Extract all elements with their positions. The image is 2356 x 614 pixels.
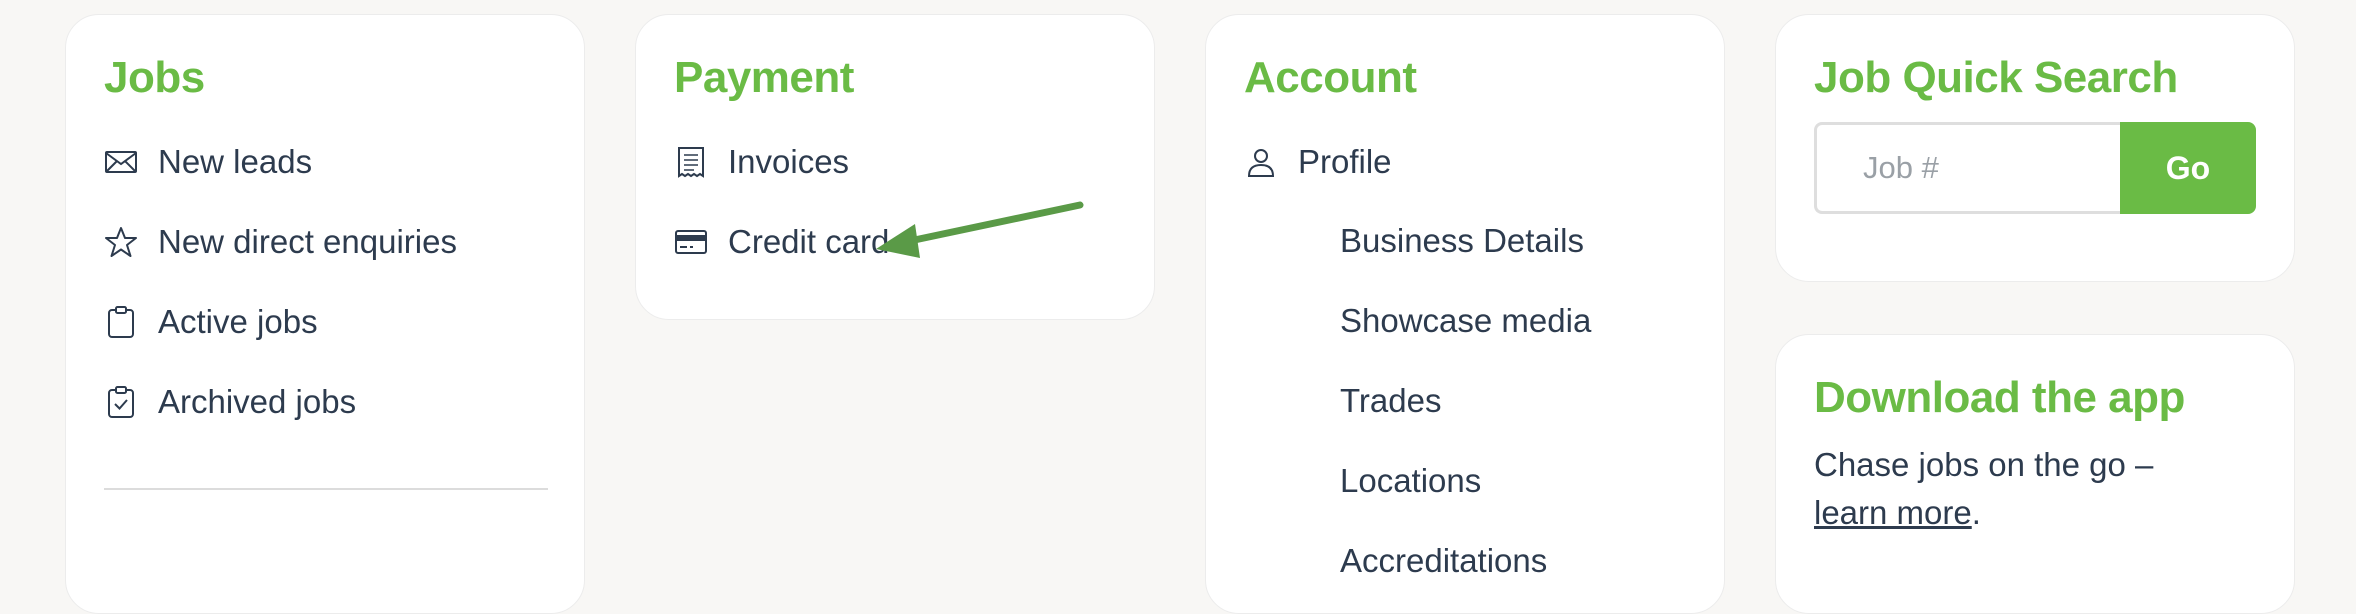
jobs-divider: [104, 488, 548, 490]
account-card: Account Profile Business Details Showcas…: [1205, 14, 1725, 614]
download-app-title: Download the app: [1814, 373, 2185, 422]
payment-title: Payment: [674, 53, 854, 102]
download-app-text-before: Chase jobs on the go –: [1814, 446, 2154, 483]
quick-search-card: Job Quick Search Go: [1775, 14, 2295, 282]
clipboard-icon: [104, 305, 138, 339]
envelope-icon: [104, 145, 138, 179]
download-app-text: Chase jobs on the go – learn more.: [1814, 441, 2234, 537]
account-sub-item-showcase-media[interactable]: Showcase media: [1340, 302, 1591, 340]
payment-card: Payment Invoices Credit card: [635, 14, 1155, 320]
quick-search-title: Job Quick Search: [1814, 53, 2178, 102]
credit-card-icon: [674, 225, 708, 259]
menu-item-credit-card[interactable]: Credit card: [674, 223, 889, 261]
quick-search-form: Go: [1814, 122, 2256, 214]
menu-item-label: Profile: [1298, 143, 1392, 180]
receipt-icon: [674, 145, 708, 179]
user-icon: [1244, 145, 1278, 179]
menu-item-label: Invoices: [728, 143, 850, 180]
account-title: Account: [1244, 53, 1417, 102]
account-sub-item-locations[interactable]: Locations: [1340, 462, 1481, 500]
menu-item-label: New leads: [158, 143, 313, 180]
account-sub-item-trades[interactable]: Trades: [1340, 382, 1441, 420]
job-number-input[interactable]: [1814, 122, 2120, 214]
account-sub-item-accreditations[interactable]: Accreditations: [1340, 542, 1547, 580]
star-icon: [104, 225, 138, 259]
jobs-title: Jobs: [104, 53, 205, 102]
menu-item-new-direct-enquiries[interactable]: New direct enquiries: [104, 223, 457, 261]
menu-item-label: Archived jobs: [158, 383, 357, 420]
download-app-text-after: .: [1971, 494, 1981, 531]
menu-item-new-leads[interactable]: New leads: [104, 143, 312, 181]
download-app-card: Download the app Chase jobs on the go – …: [1775, 334, 2295, 614]
menu-item-invoices[interactable]: Invoices: [674, 143, 849, 181]
account-sub-item-business-details[interactable]: Business Details: [1340, 222, 1584, 260]
menu-item-label: Active jobs: [158, 303, 318, 340]
menu-item-active-jobs[interactable]: Active jobs: [104, 303, 318, 341]
clipboard-check-icon: [104, 385, 138, 419]
menu-item-profile[interactable]: Profile: [1244, 143, 1392, 181]
go-button[interactable]: Go: [2120, 122, 2256, 214]
menu-item-label: New direct enquiries: [158, 223, 457, 260]
learn-more-link[interactable]: learn more: [1814, 494, 1972, 531]
jobs-card: Jobs New leads New direct enquiries Acti…: [65, 14, 585, 614]
menu-item-archived-jobs[interactable]: Archived jobs: [104, 383, 356, 421]
menu-item-label: Credit card: [728, 223, 890, 260]
